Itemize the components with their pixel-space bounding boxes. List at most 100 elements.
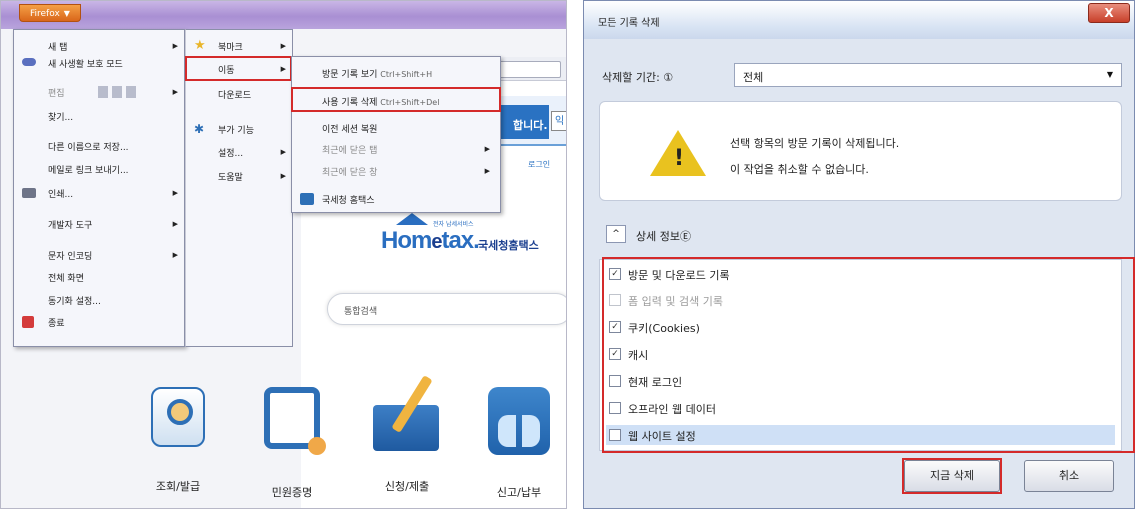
edit-tools-icon	[98, 86, 140, 98]
menu-item-label: 도움말	[218, 173, 243, 183]
service-apply-label[interactable]: 신청/제출	[372, 478, 442, 494]
site-search-input[interactable]: 통합검색	[327, 293, 566, 325]
menu-item-bookmarks[interactable]: 북마크	[218, 40, 243, 53]
submenu-arrow-icon: ▶	[280, 172, 286, 180]
greeting-text: 합니다.	[513, 119, 548, 132]
submenu-arrow-icon: ▶	[280, 42, 286, 50]
firefox-label: Firefox	[30, 9, 60, 19]
menu-item-label: 편집	[48, 89, 65, 99]
login-link[interactable]: 로그인	[528, 159, 550, 170]
menu-item-show-history[interactable]: 방문 기록 보기 Ctrl+Shift+H	[322, 67, 432, 80]
history-sub-menu: 방문 기록 보기 Ctrl+Shift+H 사용 기록 삭제 Ctrl+Shif…	[291, 56, 501, 213]
menu-item-email-link[interactable]: 메일로 링크 보내기...	[48, 163, 129, 176]
submenu-arrow-icon: ▶	[484, 167, 490, 175]
certificate-seal-icon	[308, 437, 326, 455]
menu-item-label: 찾기...	[48, 113, 74, 123]
logo-roof-icon	[396, 213, 428, 225]
checklist-highlight-box	[602, 257, 1135, 453]
menu-item-save-as[interactable]: 다른 이름으로 저장...	[48, 140, 129, 153]
menu-item-dev-tools[interactable]: 개발자 도구	[48, 218, 92, 231]
menu-item-label: 다운로드	[218, 91, 252, 101]
submenu-arrow-icon: ▶	[172, 251, 178, 259]
menu-item-label: 메일로 링크 보내기...	[48, 166, 129, 176]
menu-item-settings[interactable]: 설정...	[218, 146, 243, 159]
menu-item-downloads[interactable]: 다운로드	[218, 88, 251, 101]
logo-part-e: e	[431, 231, 442, 253]
title-bar	[1, 1, 566, 29]
logo-subtitle: 국세청홈택스	[478, 239, 539, 252]
menu-item-quit[interactable]: 종료	[48, 316, 65, 329]
menu-item-restore-session[interactable]: 이전 세션 복원	[322, 122, 377, 135]
firefox-menu-button[interactable]: Firefox ▼	[19, 4, 81, 22]
menu-item-recent-windows[interactable]: 최근에 닫은 창	[322, 165, 377, 178]
menu-item-private-mode[interactable]: 새 사생활 보호 모드	[48, 57, 123, 70]
menu-item-label: 종료	[48, 319, 65, 329]
search-placeholder: 통합검색	[344, 307, 378, 317]
menu-item-new-tab[interactable]: 새 탭	[48, 40, 67, 53]
hometax-favicon-icon	[300, 193, 314, 205]
menu-item-addons[interactable]: 부가 기능	[218, 123, 254, 136]
submenu-arrow-icon: ▶	[172, 88, 178, 96]
menu-item-help[interactable]: 도움말	[218, 170, 243, 183]
clear-history-dialog: 모든 기록 삭제 X 삭제할 기간: ① 전체 ▼ ! 선택 항목의 방문 기록이…	[583, 0, 1135, 509]
firefox-main-menu: 새 탭 ▶ 새 사생활 보호 모드 편집 ▶ 찾기... 다른 이름으로 저장.…	[13, 29, 185, 347]
dialog-title-bar	[584, 1, 1134, 39]
menu-item-fullscreen[interactable]: 전체 화면	[48, 271, 84, 284]
warning-line-2: 이 작업을 취소할 수 없습니다.	[730, 163, 869, 176]
menu-item-label: 개발자 도구	[48, 221, 93, 231]
warning-box: ! 선택 항목의 방문 기록이 삭제됩니다. 이 작업을 취소할 수 없습니다.	[599, 101, 1122, 201]
dialog-title: 모든 기록 삭제	[598, 18, 660, 29]
logo-part-1: Hom	[381, 227, 432, 254]
hometax-logo[interactable]: Hometax.	[381, 227, 480, 255]
menu-item-label: 동기화 설정...	[48, 297, 101, 307]
submenu-arrow-icon: ▶	[172, 42, 178, 50]
logo-part-2: tax.	[441, 227, 479, 254]
submenu-arrow-icon: ▶	[280, 148, 286, 156]
quit-icon	[22, 316, 34, 328]
details-toggle-button[interactable]: ^	[606, 225, 626, 243]
service-lookup-label[interactable]: 조회/발급	[143, 478, 213, 494]
period-value: 전체	[743, 71, 764, 84]
menu-item-label: 북마크	[218, 43, 243, 53]
menu-item-label: 방문 기록 보기	[322, 70, 378, 80]
private-mask-icon	[22, 58, 36, 66]
close-icon[interactable]: X	[1088, 3, 1130, 23]
greeting-input[interactable]: 익	[551, 111, 566, 131]
menu-item-encoding[interactable]: 문자 인코딩	[48, 249, 92, 262]
menu-item-edit[interactable]: 편집	[48, 86, 65, 99]
menu-item-label: 새 사생활 보호 모드	[48, 60, 123, 70]
caret-down-icon: ▼	[63, 9, 70, 18]
calculator-keys-icon	[498, 415, 540, 447]
menu-item-label: 새 탭	[48, 43, 68, 53]
menu-item-label: 문자 인코딩	[48, 252, 93, 262]
service-report-label[interactable]: 신고/납부	[484, 484, 554, 500]
menu-item-recent-tabs[interactable]: 최근에 닫은 탭	[322, 143, 377, 156]
chevron-down-icon: ▼	[1106, 70, 1113, 79]
service-certificate-label[interactable]: 민원증명	[257, 484, 327, 500]
menu-item-find[interactable]: 찾기...	[48, 110, 73, 123]
warning-exclamation: !	[674, 146, 685, 171]
menu-item-label: 이전 세션 복원	[322, 125, 378, 135]
firefox-window: Firefox ▼ 합니다. 익 로그인 전자 납세서비스 Hometax. 국세…	[0, 0, 567, 509]
magnifier-icon	[167, 399, 193, 425]
menu-item-label: 부가 기능	[218, 126, 254, 136]
details-label[interactable]: 상세 정보Ⓔ	[636, 228, 691, 244]
bookmark-star-icon: ★	[194, 38, 206, 53]
menu-item-hometax[interactable]: 국세청 홈택스	[322, 193, 375, 206]
menu-item-label: 국세청 홈택스	[322, 196, 375, 206]
history-highlight-box	[185, 56, 292, 81]
clear-history-highlight-box	[291, 87, 501, 112]
menu-item-label: 인쇄...	[48, 190, 74, 200]
period-select[interactable]: 전체 ▼	[734, 63, 1122, 87]
menu-item-label: 전체 화면	[48, 274, 84, 284]
period-label: 삭제할 기간: ①	[602, 71, 674, 84]
cancel-button[interactable]: 취소	[1024, 460, 1114, 492]
menu-item-sync[interactable]: 동기화 설정...	[48, 294, 101, 307]
warning-line-1: 선택 항목의 방문 기록이 삭제됩니다.	[730, 137, 900, 150]
greeting-input-text: 익	[555, 116, 565, 127]
menu-item-label: 다른 이름으로 저장...	[48, 143, 129, 153]
submenu-arrow-icon: ▶	[484, 145, 490, 153]
clear-button-highlight-box	[902, 458, 1002, 494]
menu-item-print[interactable]: 인쇄...	[48, 187, 73, 200]
submenu-arrow-icon: ▶	[172, 220, 178, 228]
